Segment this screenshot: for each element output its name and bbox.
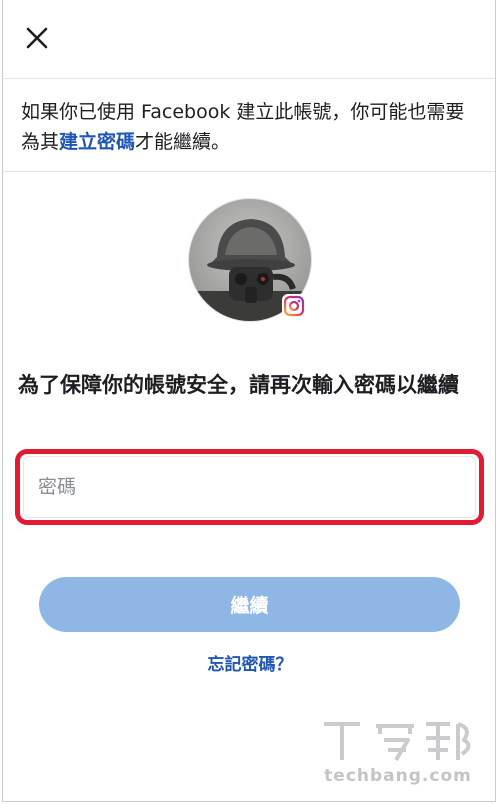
watermark: techbang.com <box>318 716 478 786</box>
instagram-icon <box>282 294 306 318</box>
create-password-link[interactable]: 建立密碼 <box>59 131 135 153</box>
reenter-password-heading: 為了保障你的帳號安全，請再次輸入密碼以繼續 <box>18 373 459 397</box>
top-bar <box>3 0 495 79</box>
facebook-notice: 如果你已使用 Facebook 建立此帳號，你可能也需要為其建立密碼才能繼續。 <box>3 79 495 172</box>
close-button[interactable] <box>21 22 53 54</box>
password-input[interactable] <box>23 456 476 518</box>
close-icon <box>26 27 48 49</box>
watermark-text: techbang.com <box>324 766 472 786</box>
techbang-logo <box>324 722 471 762</box>
continue-button[interactable]: 繼續 <box>39 577 460 632</box>
notice-text-end: 才能繼續。 <box>135 131 231 153</box>
profile-avatar-group <box>188 198 312 322</box>
dialog: 如果你已使用 Facebook 建立此帳號，你可能也需要為其建立密碼才能繼續。 <box>2 0 496 802</box>
forgot-password-link[interactable]: 忘記密碼？ <box>0 650 500 675</box>
